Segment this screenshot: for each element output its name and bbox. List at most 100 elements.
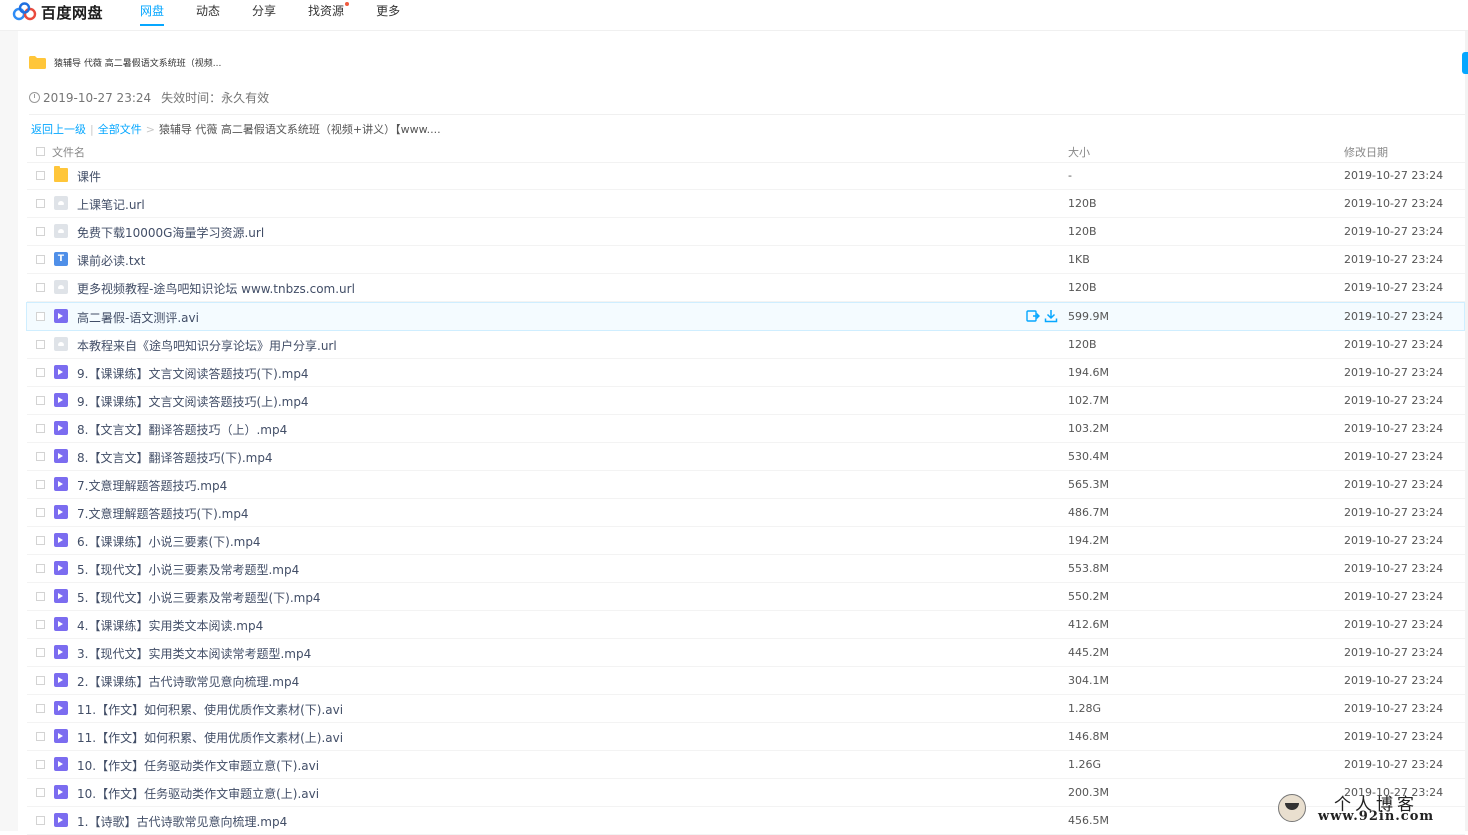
row-checkbox[interactable] xyxy=(36,592,45,601)
row-checkbox[interactable] xyxy=(36,732,45,741)
file-row[interactable]: 7.文意理解题答题技巧(下).mp4 486.7M 2019-10-27 23:24 xyxy=(27,499,1465,527)
file-row[interactable]: 9.【课课练】文言文阅读答题技巧(上).mp4 102.7M 2019-10-27 … xyxy=(27,387,1465,415)
row-checkbox[interactable] xyxy=(36,227,45,236)
file-row[interactable]: 5.【现代文】小说三要素及常考题型.mp4 553.8M 2019-10-27 23… xyxy=(27,555,1465,583)
url-file-icon xyxy=(54,224,68,238)
row-checkbox[interactable] xyxy=(36,676,45,685)
file-row[interactable]: 2.【课课练】古代诗歌常见意向梳理.mp4 304.1M 2019-10-27 23… xyxy=(27,667,1465,695)
breadcrumb-all-files-link[interactable]: 全部文件 xyxy=(98,121,142,137)
file-size: 102.7M xyxy=(1068,394,1109,407)
file-row[interactable]: 1.【诗歌】古代诗歌常见意向梳理.mp4 456.5M xyxy=(27,807,1465,835)
file-name[interactable]: 高二暑假-语文测评.avi xyxy=(77,309,199,326)
side-tab-handle[interactable] xyxy=(1462,52,1468,74)
file-size: 194.2M xyxy=(1068,534,1109,547)
file-name[interactable]: 7.文意理解题答题技巧(下).mp4 xyxy=(77,505,249,522)
row-checkbox[interactable] xyxy=(36,199,45,208)
file-row[interactable]: 10.【作文】任务驱动类作文审题立意(下).avi 1.26G 2019-10-27… xyxy=(27,751,1465,779)
breadcrumb-back-link[interactable]: 返回上一级 xyxy=(31,121,86,137)
file-size: 565.3M xyxy=(1068,478,1109,491)
file-row[interactable]: 上课笔记.url 120B 2019-10-27 23:24 xyxy=(27,190,1465,218)
save-to-disk-icon[interactable] xyxy=(1026,309,1040,323)
file-row[interactable]: 8.【文言文】翻译答题技巧(下).mp4 530.4M 2019-10-27 23:… xyxy=(27,443,1465,471)
expire-value: 永久有效 xyxy=(221,91,270,105)
file-size: 304.1M xyxy=(1068,674,1109,687)
row-checkbox[interactable] xyxy=(36,704,45,713)
file-name[interactable]: 10.【作文】任务驱动类作文审题立意(下).avi xyxy=(77,757,319,774)
row-checkbox[interactable] xyxy=(36,508,45,517)
row-checkbox[interactable] xyxy=(36,620,45,629)
row-checkbox[interactable] xyxy=(36,396,45,405)
file-name[interactable]: 8.【文言文】翻译答题技巧（上）.mp4 xyxy=(77,421,287,438)
file-name[interactable]: 1.【诗歌】古代诗歌常见意向梳理.mp4 xyxy=(77,813,287,830)
nav-item-activity[interactable]: 动态 xyxy=(196,2,220,25)
file-name[interactable]: 10.【作文】任务驱动类作文审题立意(上).avi xyxy=(77,785,319,802)
file-row[interactable]: 11.【作文】如何积累、使用优质作文素材(上).avi 146.8M 2019-10… xyxy=(27,723,1465,751)
row-checkbox[interactable] xyxy=(36,368,45,377)
file-row[interactable]: 9.【课课练】文言文阅读答题技巧(下).mp4 194.6M 2019-10-27 … xyxy=(27,359,1465,387)
file-name[interactable]: 8.【文言文】翻译答题技巧(下).mp4 xyxy=(77,449,273,466)
row-checkbox[interactable] xyxy=(36,452,45,461)
row-checkbox[interactable] xyxy=(36,340,45,349)
row-checkbox[interactable] xyxy=(36,283,45,292)
row-checkbox[interactable] xyxy=(36,536,45,545)
file-row[interactable]: 10.【作文】任务驱动类作文审题立意(上).avi 200.3M 2019-10-2… xyxy=(27,779,1465,807)
file-row[interactable]: 7.文意理解题答题技巧.mp4 565.3M 2019-10-27 23:24 xyxy=(27,471,1465,499)
file-row[interactable]: 4.【课课练】实用类文本阅读.mp4 412.6M 2019-10-27 23:24 xyxy=(27,611,1465,639)
header-filename[interactable]: 文件名 xyxy=(52,144,85,160)
row-checkbox[interactable] xyxy=(36,255,45,264)
header-size[interactable]: 大小 xyxy=(1068,144,1090,160)
nav-item-find-resources[interactable]: 找资源 xyxy=(308,2,350,25)
file-name[interactable]: 课前必读.txt xyxy=(77,252,145,269)
header-modified-date[interactable]: 修改日期 xyxy=(1344,144,1388,160)
download-icon[interactable] xyxy=(1044,309,1058,323)
select-all-checkbox[interactable] xyxy=(36,147,45,156)
file-row[interactable]: 8.【文言文】翻译答题技巧（上）.mp4 103.2M 2019-10-27 23:… xyxy=(27,415,1465,443)
file-name[interactable]: 7.文意理解题答题技巧.mp4 xyxy=(77,477,227,494)
file-name[interactable]: 4.【课课练】实用类文本阅读.mp4 xyxy=(77,617,263,634)
file-name[interactable]: 11.【作文】如何积累、使用优质作文素材(上).avi xyxy=(77,729,343,746)
file-name[interactable]: 6.【课课练】小说三要素(下).mp4 xyxy=(77,533,261,550)
row-checkbox[interactable] xyxy=(36,424,45,433)
file-row[interactable]: 高二暑假-语文测评.avi 599.9M 2019-10-27 23:24 xyxy=(26,302,1465,331)
file-name[interactable]: 5.【现代文】小说三要素及常考题型(下).mp4 xyxy=(77,589,321,606)
file-name[interactable]: 9.【课课练】文言文阅读答题技巧(上).mp4 xyxy=(77,393,309,410)
row-checkbox[interactable] xyxy=(36,171,45,180)
row-checkbox[interactable] xyxy=(36,480,45,489)
file-name[interactable]: 5.【现代文】小说三要素及常考题型.mp4 xyxy=(77,561,299,578)
nav-item-share[interactable]: 分享 xyxy=(252,2,276,25)
nav-item-more[interactable]: 更多 xyxy=(376,2,400,25)
file-modified-date: 2019-10-27 23:24 xyxy=(1344,197,1444,210)
file-name[interactable]: 2.【课课练】古代诗歌常见意向梳理.mp4 xyxy=(77,673,299,690)
file-row[interactable]: 免费下载10000G海量学习资源.url 120B 2019-10-27 23:24 xyxy=(27,218,1465,246)
file-name[interactable]: 课件 xyxy=(77,168,101,185)
file-name[interactable]: 上课笔记.url xyxy=(77,196,145,213)
row-checkbox[interactable] xyxy=(36,788,45,797)
file-row[interactable]: 3.【现代文】实用类文本阅读常考题型.mp4 445.2M 2019-10-27 2… xyxy=(27,639,1465,667)
file-modified-date: 2019-10-27 23:24 xyxy=(1344,338,1444,351)
file-row[interactable]: T 课前必读.txt 1KB 2019-10-27 23:24 xyxy=(27,246,1465,274)
row-checkbox[interactable] xyxy=(36,816,45,825)
breadcrumb: 返回上一级 | 全部文件 > 猿辅导 代薇 高二暑假语文系统班（视频+讲义）【w… xyxy=(31,121,441,137)
row-checkbox[interactable] xyxy=(36,312,45,321)
folder-icon xyxy=(29,56,46,69)
file-row[interactable]: 5.【现代文】小说三要素及常考题型(下).mp4 550.2M 2019-10-27… xyxy=(27,583,1465,611)
brand-logo[interactable]: 百度网盘 xyxy=(12,1,103,23)
file-row[interactable]: 更多视频教程-途鸟吧知识论坛 www.tnbzs.com.url 120B 2019… xyxy=(27,274,1465,302)
file-name[interactable]: 本教程来自《途鸟吧知识分享论坛》用户分享.url xyxy=(77,337,337,354)
file-name[interactable]: 3.【现代文】实用类文本阅读常考题型.mp4 xyxy=(77,645,311,662)
row-checkbox[interactable] xyxy=(36,760,45,769)
file-row[interactable]: 课件 - 2019-10-27 23:24 xyxy=(27,162,1465,190)
file-name[interactable]: 更多视频教程-途鸟吧知识论坛 www.tnbzs.com.url xyxy=(77,280,355,297)
row-checkbox[interactable] xyxy=(36,648,45,657)
file-modified-date: 2019-10-27 23:24 xyxy=(1344,225,1444,238)
file-row[interactable]: 本教程来自《途鸟吧知识分享论坛》用户分享.url 120B 2019-10-27 2… xyxy=(27,331,1465,359)
nav-item-netdisk[interactable]: 网盘 xyxy=(140,2,165,26)
row-checkbox[interactable] xyxy=(36,564,45,573)
file-modified-date: 2019-10-27 23:24 xyxy=(1344,506,1444,519)
file-name[interactable]: 11.【作文】如何积累、使用优质作文素材(下).avi xyxy=(77,701,343,718)
video-file-icon xyxy=(54,813,68,827)
file-row[interactable]: 11.【作文】如何积累、使用优质作文素材(下).avi 1.28G 2019-10-… xyxy=(27,695,1465,723)
file-row[interactable]: 6.【课课练】小说三要素(下).mp4 194.2M 2019-10-27 23:2… xyxy=(27,527,1465,555)
file-name[interactable]: 9.【课课练】文言文阅读答题技巧(下).mp4 xyxy=(77,365,309,382)
file-name[interactable]: 免费下载10000G海量学习资源.url xyxy=(77,224,264,241)
